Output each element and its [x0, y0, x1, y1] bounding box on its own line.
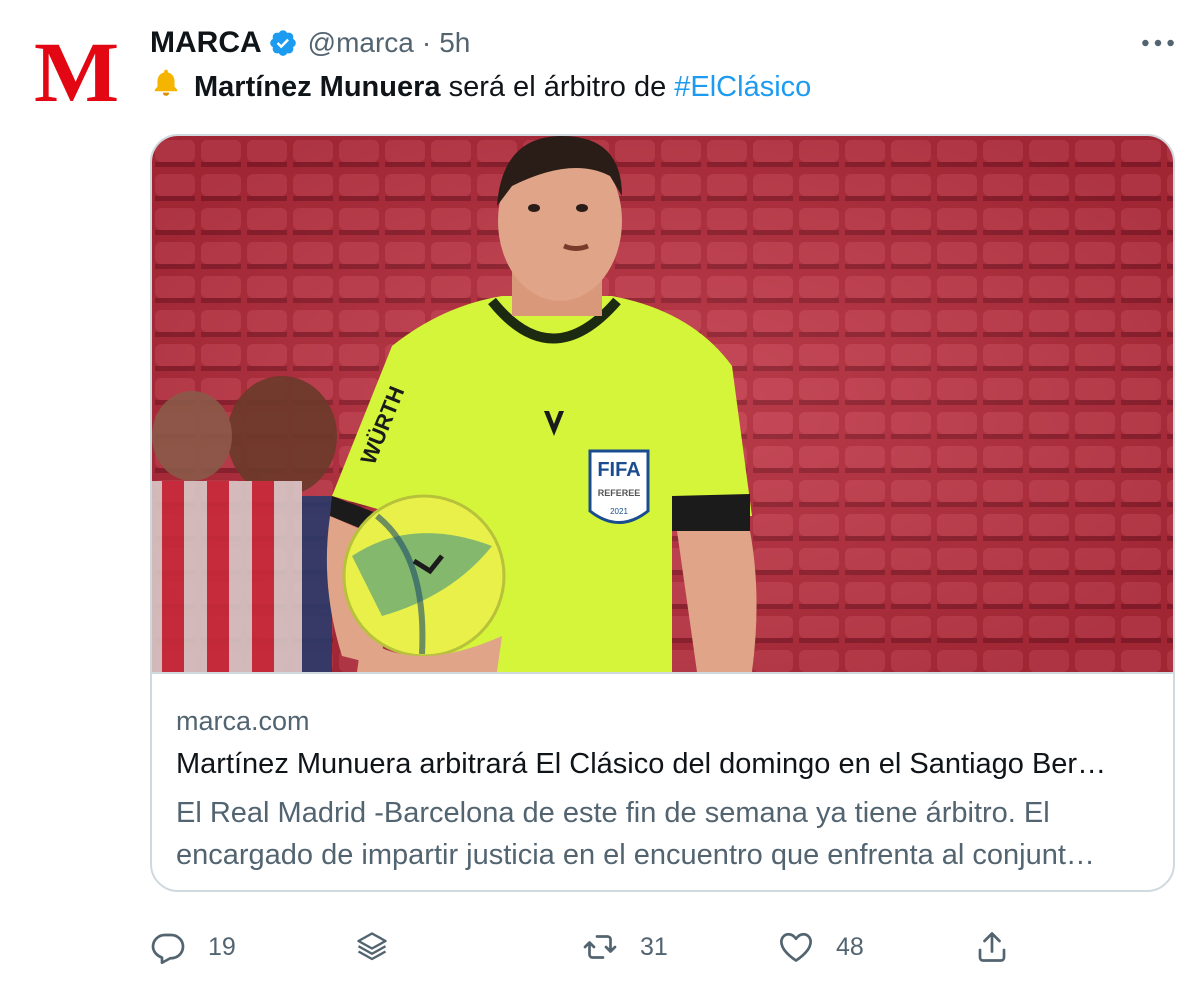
separator: · — [421, 27, 432, 58]
tweet-text: Martínez Munuera será el árbitro de #ElC… — [150, 66, 811, 108]
retweet-button[interactable]: 31 — [582, 920, 668, 974]
card-domain: marca.com — [176, 706, 310, 736]
tweet-mention-name: Martínez Munuera — [194, 70, 441, 103]
badge-year-text: 2021 — [610, 507, 628, 516]
heart-icon — [780, 932, 812, 962]
tweet-header: MARCA @marca · 5h — [150, 24, 470, 62]
card-image[interactable]: FIFA REFEREE 2021 WÜRTH — [152, 136, 1175, 672]
bell-icon — [150, 67, 182, 107]
reply-icon — [151, 933, 185, 965]
like-count: 48 — [836, 932, 864, 961]
link-card[interactable]: FIFA REFEREE 2021 WÜRTH marca.com Martín… — [150, 134, 1175, 892]
share-button[interactable] — [974, 920, 1010, 974]
timestamp[interactable]: 5h — [439, 27, 470, 59]
marca-logo: M — [34, 24, 120, 120]
soccer-ball — [342, 494, 506, 658]
verified-badge-icon — [268, 28, 298, 58]
retweet-icon — [583, 935, 617, 959]
handle[interactable]: @marca — [308, 27, 414, 59]
layers-icon — [357, 932, 387, 961]
card-title: Martínez Munuera arbitrará El Clásico de… — [176, 748, 1107, 780]
like-button[interactable]: 48 — [778, 920, 864, 974]
background-player — [152, 376, 337, 672]
more-options-icon[interactable] — [1138, 28, 1178, 58]
hashtag-link[interactable]: #ElClásico — [674, 71, 811, 104]
referee-badge-text: REFEREE — [598, 488, 641, 498]
card-description: El Real Madrid -Barcelona de este fin de… — [176, 797, 1095, 871]
share-icon — [978, 932, 1006, 962]
card-body[interactable]: marca.com Martínez Munuera arbitrará El … — [152, 672, 1173, 890]
reply-count: 19 — [208, 932, 236, 961]
tweet-actions: 19 31 48 — [150, 920, 1190, 974]
reply-button[interactable]: 19 — [150, 920, 236, 974]
display-name[interactable]: MARCA — [150, 26, 262, 60]
avatar[interactable]: M — [34, 29, 119, 115]
fifa-badge-text: FIFA — [597, 459, 640, 481]
share-layers-button[interactable] — [354, 920, 390, 974]
retweet-count: 31 — [640, 932, 668, 961]
tweet[interactable]: M MARCA @marca · 5h Martínez Munuera ser… — [0, 0, 1200, 1003]
tweet-body-text: será el árbitro de — [440, 70, 675, 103]
